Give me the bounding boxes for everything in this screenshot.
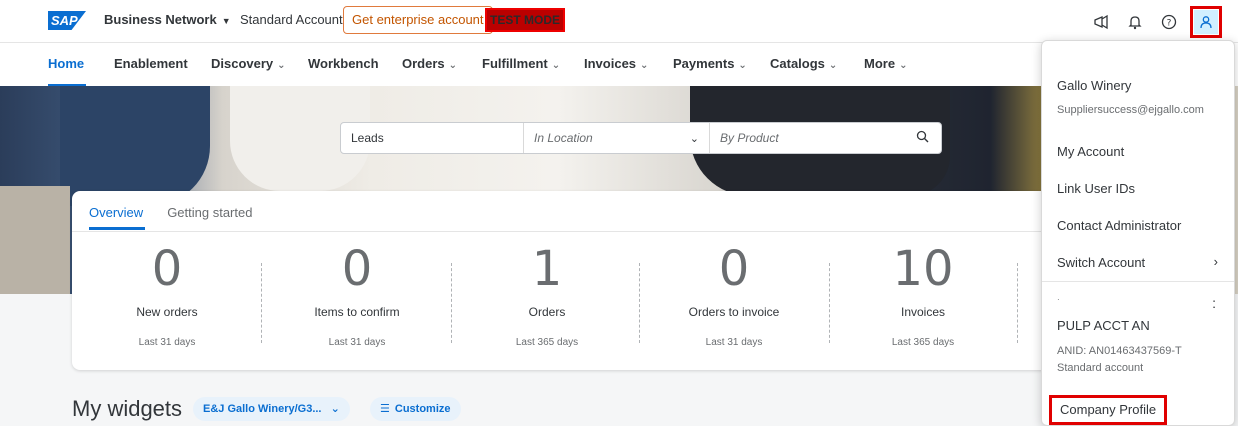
nav-home[interactable]: Home bbox=[48, 56, 84, 71]
nav-fulfillment[interactable]: Fulfillment ⌄ bbox=[482, 56, 560, 71]
nav-discovery[interactable]: Discovery ⌄ bbox=[211, 56, 286, 71]
svg-text:?: ? bbox=[1167, 19, 1172, 29]
leads-search-input[interactable]: Leads bbox=[341, 123, 524, 153]
kpi-invoices[interactable]: 10 Invoices Last 365 days bbox=[828, 243, 1018, 348]
sliders-icon: ☰ bbox=[380, 403, 390, 415]
sap-logo[interactable]: SAP bbox=[48, 11, 86, 30]
help-icon[interactable]: ? bbox=[1156, 8, 1182, 36]
user-icon bbox=[1194, 10, 1218, 34]
active-tab-indicator bbox=[89, 227, 145, 230]
chevron-right-icon: › bbox=[1213, 254, 1218, 269]
widgets-title: My widgets bbox=[72, 396, 183, 421]
kpi-period: Last 31 days bbox=[328, 337, 386, 348]
user-name: Gallo Winery bbox=[1057, 78, 1132, 93]
nav-enablement[interactable]: Enablement bbox=[114, 56, 188, 71]
kpi-value: 0 bbox=[718, 241, 750, 297]
menu-contact-administrator[interactable]: Contact Administrator bbox=[1057, 218, 1181, 233]
hero-image-part bbox=[60, 86, 210, 206]
chevron-down-icon: ⌄ bbox=[899, 60, 908, 71]
shell-actions: ? bbox=[1088, 6, 1222, 38]
more-options-icon[interactable]: : bbox=[1212, 295, 1216, 311]
nav-workbench[interactable]: Workbench bbox=[308, 56, 379, 71]
chevron-down-icon: ⌄ bbox=[277, 60, 286, 71]
customize-button[interactable]: ☰ Customize bbox=[370, 397, 461, 421]
nav-orders[interactable]: Orders ⌄ bbox=[402, 56, 457, 71]
kpi-period: Last 31 days bbox=[138, 337, 196, 348]
kpi-label: New orders bbox=[136, 305, 198, 319]
divider bbox=[1042, 281, 1234, 282]
company-profile-button[interactable]: Company Profile bbox=[1049, 395, 1168, 425]
bell-icon[interactable] bbox=[1122, 8, 1148, 36]
chevron-down-icon: ⌄ bbox=[738, 60, 747, 71]
widget-account-select[interactable]: E&J Gallo Winery/G3... ⌄ bbox=[193, 397, 350, 421]
kpi-label: Orders to invoice bbox=[688, 305, 780, 319]
user-menu-popover: Gallo Winery Suppliersuccess@ejgallo.com… bbox=[1041, 40, 1235, 426]
kpi-label: Orders bbox=[528, 305, 566, 319]
megaphone-icon[interactable] bbox=[1088, 8, 1114, 36]
tab-getting-started[interactable]: Getting started bbox=[167, 205, 252, 220]
shell-bar: SAP Business Network ▼ Standard Account G… bbox=[0, 0, 1238, 42]
kpi-value: 1 bbox=[531, 241, 563, 297]
leads-search-bar: Leads In Location ⌄ By Product bbox=[340, 122, 942, 154]
menu-switch-account[interactable]: Switch Account bbox=[1057, 255, 1145, 270]
product-switcher[interactable]: Business Network ▼ bbox=[104, 12, 231, 27]
dot-icon: · bbox=[1057, 295, 1060, 304]
user-email: Suppliersuccess@ejgallo.com bbox=[1057, 104, 1204, 116]
product-search-input[interactable]: By Product bbox=[710, 123, 941, 153]
overview-tabs: Overview Getting started bbox=[89, 205, 252, 220]
nav-payments[interactable]: Payments ⌄ bbox=[673, 56, 747, 71]
kpi-separator bbox=[1017, 263, 1018, 343]
chevron-down-icon: ⌄ bbox=[330, 403, 340, 415]
tab-overview[interactable]: Overview bbox=[89, 205, 143, 220]
product-name: Business Network bbox=[104, 12, 217, 27]
user-menu-button[interactable] bbox=[1190, 6, 1222, 38]
kpi-items-to-confirm[interactable]: 0 Items to confirm Last 31 days bbox=[262, 243, 452, 348]
kpi-period: Last 365 days bbox=[515, 337, 579, 348]
nav-invoices[interactable]: Invoices ⌄ bbox=[584, 56, 648, 71]
overview-card: Overview Getting started 0 New orders La… bbox=[72, 191, 1062, 370]
kpi-value: 10 bbox=[892, 241, 954, 297]
location-select[interactable]: In Location ⌄ bbox=[524, 123, 710, 153]
get-enterprise-account-button[interactable]: Get enterprise account bbox=[343, 6, 493, 34]
kpi-period: Last 31 days bbox=[705, 337, 763, 348]
chevron-down-icon: ⌄ bbox=[448, 60, 458, 71]
test-mode-badge: TEST MODE bbox=[484, 8, 566, 32]
kpi-label: Invoices bbox=[900, 305, 946, 319]
account-anid: ANID: AN01463437569-T bbox=[1057, 345, 1182, 357]
kpi-value: 0 bbox=[151, 241, 183, 297]
nav-catalogs[interactable]: Catalogs ⌄ bbox=[770, 56, 837, 71]
kpi-value: 0 bbox=[341, 241, 373, 297]
chevron-down-icon: ⌄ bbox=[640, 60, 649, 71]
menu-link-user-ids[interactable]: Link User IDs bbox=[1057, 181, 1135, 196]
nav-more[interactable]: More ⌄ bbox=[864, 56, 907, 71]
kpi-label: Items to confirm bbox=[314, 305, 400, 319]
kpi-orders-to-invoice[interactable]: 0 Orders to invoice Last 31 days bbox=[639, 243, 829, 348]
kpi-period: Last 365 days bbox=[891, 337, 955, 348]
kpi-new-orders[interactable]: 0 New orders Last 31 days bbox=[72, 243, 262, 348]
chevron-down-icon: ⌄ bbox=[828, 60, 838, 71]
chevron-down-icon: ⌄ bbox=[689, 132, 699, 145]
divider bbox=[72, 231, 1062, 232]
menu-my-account[interactable]: My Account bbox=[1057, 144, 1124, 159]
hero-image-part bbox=[0, 186, 70, 294]
chevron-down-icon: ⌄ bbox=[551, 60, 561, 71]
account-status: Standard account bbox=[1057, 362, 1144, 374]
account-name: PULP ACCT AN bbox=[1057, 318, 1150, 333]
caret-down-icon: ▼ bbox=[221, 16, 231, 26]
account-type: Standard Account bbox=[240, 12, 343, 27]
search-icon[interactable] bbox=[916, 130, 929, 146]
kpi-orders[interactable]: 1 Orders Last 365 days bbox=[452, 243, 642, 348]
kpi-row: 0 New orders Last 31 days 0 Items to con… bbox=[72, 243, 1062, 363]
